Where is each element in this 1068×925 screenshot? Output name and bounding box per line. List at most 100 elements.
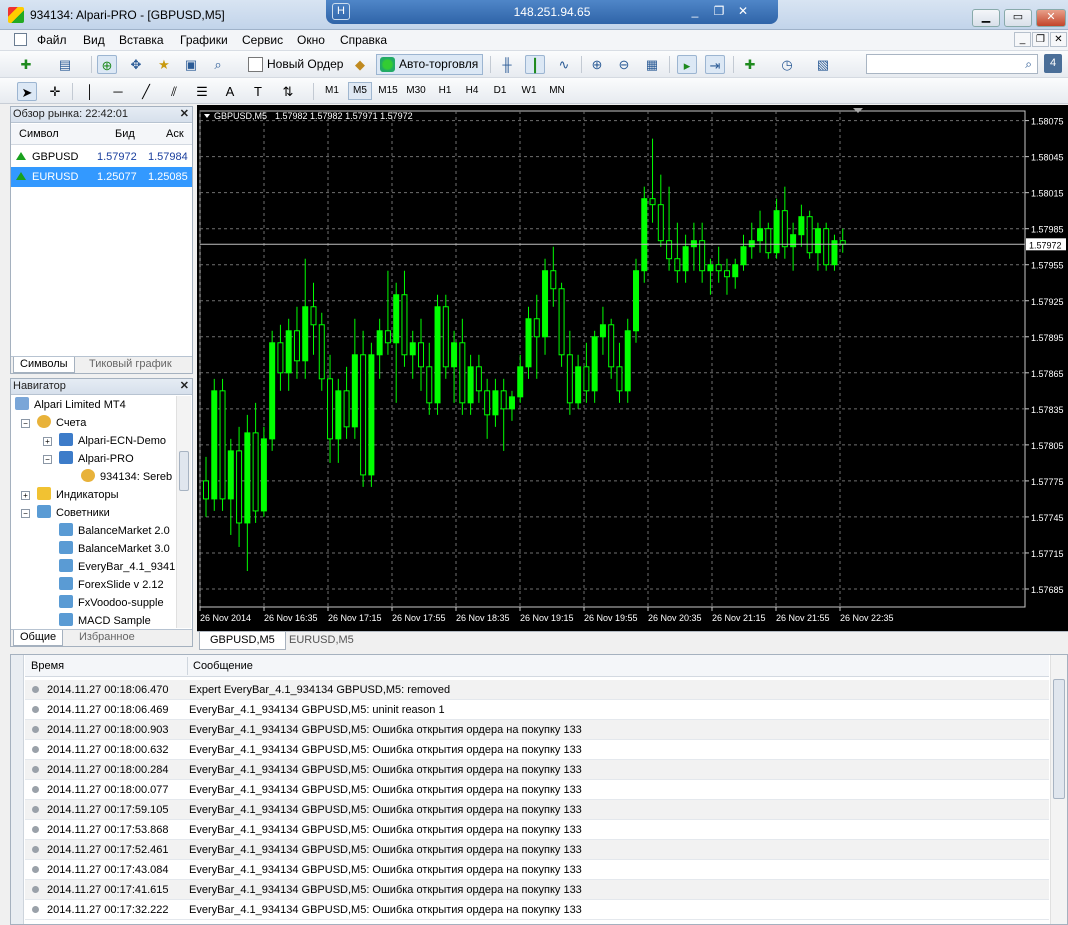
nav-item[interactable]: Индикаторы — [37, 486, 119, 504]
timeframe-m15[interactable]: M15 — [375, 82, 401, 100]
market-watch-icon[interactable]: ⊕ — [97, 55, 117, 74]
expand-icon[interactable]: + — [21, 491, 30, 500]
rdp-close-icon[interactable]: ✕ — [734, 3, 752, 20]
crosshair-icon[interactable]: ✛ — [45, 82, 65, 101]
price-chart[interactable]: 1.58075 1.58045 1.58015 1.57985 1.57955 1.579… — [197, 105, 1068, 631]
scrollbar-thumb[interactable] — [1053, 679, 1065, 799]
mdi-close-button[interactable]: ✕ — [1050, 32, 1067, 47]
new-chart-icon[interactable]: ✚ — [16, 55, 36, 74]
trendline-icon[interactable]: ╱ — [136, 82, 156, 101]
nav-item[interactable]: Alpari Limited MT4 — [15, 396, 126, 414]
metaeditor-icon[interactable]: ◆ — [350, 55, 370, 74]
nav-item[interactable]: BalanceMarket 3.0 — [59, 540, 170, 558]
menu-tools[interactable]: Сервис — [242, 33, 283, 47]
journal-scrollbar[interactable] — [1050, 655, 1067, 924]
nav-item[interactable]: 934134: Sereb — [81, 468, 172, 486]
column-ask[interactable]: Аск — [166, 128, 184, 140]
close-icon[interactable]: ✕ — [180, 379, 189, 394]
column-divider[interactable] — [187, 657, 188, 675]
journal-row[interactable]: 2014.11.27 00:18:00.903 EveryBar_4.1_9341… — [25, 720, 1049, 740]
column-symbol[interactable]: Символ — [19, 128, 59, 140]
mdi-minimize-button[interactable]: _ — [1014, 32, 1031, 47]
line-chart-icon[interactable]: ∿ — [554, 55, 574, 74]
journal-row[interactable]: 2014.11.27 00:18:06.469 EveryBar_4.1_9341… — [25, 700, 1049, 720]
bar-chart-icon[interactable]: ╫ — [497, 55, 517, 74]
tab-common[interactable]: Общие — [13, 630, 64, 646]
journal-row[interactable]: 2014.11.27 00:17:59.105 EveryBar_4.1_9341… — [25, 800, 1049, 820]
terminal-icon[interactable]: ▣ — [181, 55, 201, 74]
fibonacci-icon[interactable]: ☰ — [192, 82, 212, 101]
auto-scroll-icon[interactable]: ▸ — [677, 55, 697, 74]
maximize-button[interactable]: ▭ — [1004, 9, 1032, 27]
menu-window[interactable]: Окно — [297, 33, 325, 47]
timeframe-m1[interactable]: M1 — [320, 82, 344, 100]
auto-trading-button[interactable]: Авто-торговля — [376, 54, 484, 75]
nav-item[interactable]: Советники — [37, 504, 110, 522]
column-bid[interactable]: Бид — [115, 128, 135, 140]
mdi-restore-button[interactable]: ❐ — [1032, 32, 1049, 47]
close-icon[interactable]: ✕ — [180, 107, 189, 122]
journal-row[interactable]: 2014.11.27 00:17:41.615 EveryBar_4.1_9341… — [25, 880, 1049, 900]
text-label-icon[interactable]: T — [248, 82, 268, 101]
column-message[interactable]: Сообщение — [193, 660, 253, 672]
nav-item[interactable]: MACD Sample — [59, 612, 151, 630]
market-row[interactable]: GBPUSD 1.57972 1.57984 — [11, 147, 192, 167]
timeframe-h1[interactable]: H1 — [433, 82, 457, 100]
nav-item[interactable]: ForexSlide v 2.12 — [59, 576, 164, 594]
menu-view[interactable]: Вид — [83, 33, 105, 47]
new-order-button[interactable]: Новый Ордер — [244, 54, 348, 75]
collapse-icon[interactable]: − — [21, 419, 30, 428]
nav-item[interactable]: BalanceMarket 2.0 — [59, 522, 170, 540]
vertical-line-icon[interactable]: │ — [80, 82, 100, 101]
tab-gbpusd-chart[interactable]: GBPUSD,M5 — [199, 632, 286, 650]
expand-icon[interactable]: + — [43, 437, 52, 446]
document-icon[interactable] — [14, 33, 27, 46]
journal-row[interactable]: 2014.11.27 00:17:53.868 EveryBar_4.1_9341… — [25, 820, 1049, 840]
journal-row[interactable]: 2014.11.27 00:18:00.077 EveryBar_4.1_9341… — [25, 780, 1049, 800]
rdp-restore-icon[interactable]: ❐ — [710, 3, 728, 20]
notification-badge[interactable]: 4 — [1044, 54, 1062, 73]
tab-favorites[interactable]: Избранное — [73, 630, 141, 646]
timeframe-m30[interactable]: M30 — [403, 82, 429, 100]
market-row[interactable]: EURUSD 1.25077 1.25085 — [11, 167, 192, 187]
nav-item[interactable]: Alpari-ECN-Demo — [59, 432, 166, 450]
nav-item[interactable]: FxVoodoo-supple — [59, 594, 164, 612]
candlestick-chart-icon[interactable]: ┃ — [525, 55, 545, 74]
zoom-out-icon[interactable]: ⊖ — [614, 55, 634, 74]
text-icon[interactable]: A — [220, 82, 240, 101]
menu-charts[interactable]: Графики — [180, 33, 228, 47]
periods-icon[interactable]: ◷ — [777, 55, 797, 74]
horizontal-line-icon[interactable]: ─ — [108, 82, 128, 101]
data-window-icon[interactable]: ✥ — [126, 55, 146, 74]
equidistant-channel-icon[interactable]: ⫽ — [164, 82, 184, 101]
indicators-list-icon[interactable]: ✚ — [740, 55, 760, 74]
tab-eurusd-chart[interactable]: EURUSD,M5 — [279, 632, 364, 650]
timeframe-d1[interactable]: D1 — [488, 82, 512, 100]
tab-tick-chart[interactable]: Тиковый график — [83, 357, 178, 373]
menu-help[interactable]: Справка — [340, 33, 387, 47]
timeframe-m5[interactable]: M5 — [348, 82, 372, 100]
candlestick-chart[interactable]: 1.58075 1.58045 1.58015 1.57985 1.57955 1.579… — [197, 105, 1068, 631]
navigator-scrollbar[interactable] — [176, 396, 191, 628]
nav-item[interactable]: EveryBar_4.1_9341 — [59, 558, 175, 576]
zoom-in-icon[interactable]: ⊕ — [587, 55, 607, 74]
nav-item[interactable]: Счета — [37, 414, 86, 432]
menu-insert[interactable]: Вставка — [119, 33, 164, 47]
journal-row[interactable]: 2014.11.27 00:18:00.632 EveryBar_4.1_9341… — [25, 740, 1049, 760]
strategy-tester-icon[interactable]: ⌕ — [208, 55, 228, 74]
journal-row[interactable]: 2014.11.27 00:17:43.084 EveryBar_4.1_9341… — [25, 860, 1049, 880]
tab-symbols[interactable]: Символы — [13, 357, 75, 373]
journal-row[interactable]: 2014.11.27 00:17:52.461 EveryBar_4.1_9341… — [25, 840, 1049, 860]
timeframe-h4[interactable]: H4 — [460, 82, 484, 100]
collapse-icon[interactable]: − — [21, 509, 30, 518]
timeframe-mn[interactable]: MN — [544, 82, 570, 100]
close-button[interactable]: ✕ — [1036, 9, 1066, 27]
collapse-icon[interactable]: − — [43, 455, 52, 464]
scrollbar-thumb[interactable] — [179, 451, 189, 491]
nav-item[interactable]: Alpari-PRO — [59, 450, 134, 468]
menu-file[interactable]: Файл — [37, 33, 67, 47]
journal-row[interactable]: 2014.11.27 00:18:00.284 EveryBar_4.1_9341… — [25, 760, 1049, 780]
profiles-icon[interactable]: ▤ — [55, 55, 75, 74]
search-input[interactable]: ⌕ — [866, 54, 1038, 74]
column-time[interactable]: Время — [31, 660, 64, 672]
